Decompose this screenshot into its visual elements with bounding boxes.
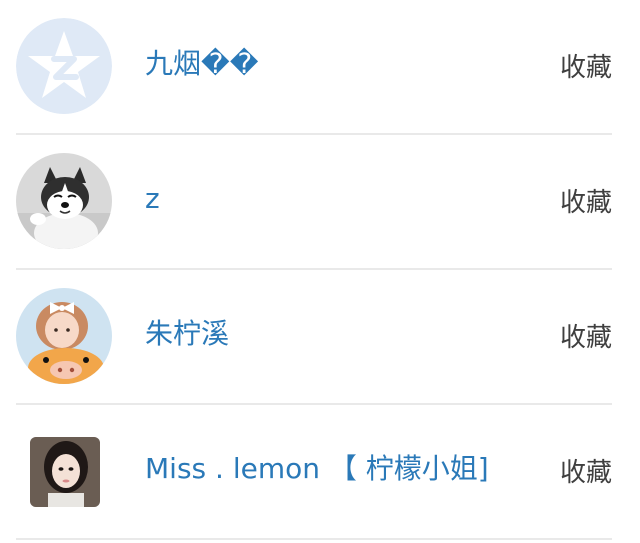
favorite-button[interactable]: 收藏	[560, 453, 612, 493]
list-item[interactable]: 朱柠溪 收藏	[0, 270, 640, 405]
list-item[interactable]: 九烟�� 收藏	[0, 0, 640, 135]
girl-avatar-image[interactable]	[16, 288, 112, 384]
list-item[interactable]: z 收藏	[0, 135, 640, 270]
favorite-button[interactable]: 收藏	[560, 318, 612, 358]
list-item[interactable]: Miss . lemon 【 柠檬小姐] 收藏	[0, 405, 640, 540]
favorite-button[interactable]: 收藏	[560, 48, 612, 88]
divider	[16, 538, 612, 540]
follow-list: 九烟�� 收藏 z 收藏 朱柠溪 收藏 Miss . lemon 【 柠檬小姐]…	[0, 0, 640, 543]
dog-avatar-image[interactable]	[16, 153, 112, 249]
favorite-button[interactable]: 收藏	[560, 183, 612, 223]
default-avatar-icon[interactable]	[16, 18, 112, 114]
user-name-link[interactable]: 九烟��	[145, 44, 258, 84]
user-name-link[interactable]: z	[145, 179, 160, 219]
portrait-avatar-image[interactable]	[30, 437, 100, 507]
user-name-link[interactable]: 朱柠溪	[145, 314, 229, 354]
user-name-link[interactable]: Miss . lemon 【 柠檬小姐]	[145, 449, 489, 489]
